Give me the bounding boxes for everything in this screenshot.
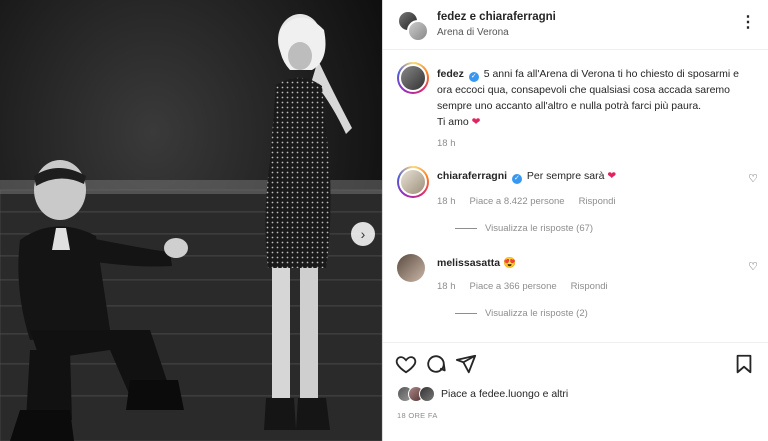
post-header: fedez e chiaraferragni Arena di Verona ⋮ (383, 0, 768, 50)
comment-time: 18 h (437, 196, 456, 207)
divider (455, 313, 477, 314)
comment-item: chiaraferragni ✓ Per sempre sarà ❤ (437, 170, 737, 184)
next-photo-button[interactable]: › (351, 222, 375, 246)
avatar (407, 20, 429, 42)
comment-meta: 18 h Piace a 8.422 persone Rispondi (437, 196, 616, 207)
view-replies[interactable]: Visualizza le risposte (2) (455, 308, 588, 319)
comment-avatar[interactable] (397, 166, 429, 198)
bookmark-icon[interactable] (733, 353, 755, 375)
comment-likes[interactable]: Piace a 8.422 persone (470, 196, 565, 207)
post-date: 18 ORE FA (397, 411, 438, 420)
chevron-right-icon: › (360, 226, 366, 242)
likes-text[interactable]: Piace a fedee.luongo e altri (441, 388, 568, 400)
heart-emoji-icon: ❤ (471, 116, 481, 128)
verified-badge-icon: ✓ (468, 72, 479, 82)
caption-text: 5 anni fa all'Arena di Verona ti ho chie… (437, 68, 740, 112)
post-sidebar: fedez e chiaraferragni Arena di Verona ⋮… (382, 0, 768, 441)
view-replies-label[interactable]: Visualizza le risposte (2) (485, 308, 588, 319)
instagram-post: › fedez e chiaraferragni Arena di Verona… (0, 0, 768, 441)
likes-summary[interactable]: Piace a fedee.luongo e altri (397, 386, 568, 402)
caption-closing: Ti amo (437, 116, 469, 128)
comment-icon[interactable] (425, 353, 447, 375)
post-actions-bar (383, 342, 768, 382)
comment-item: melissasatta 😍 (437, 256, 737, 269)
photo-illustration (0, 0, 382, 441)
liker-avatars (397, 386, 435, 402)
heart-emoji-icon: ❤ (607, 170, 617, 182)
post-authors[interactable]: fedez e chiaraferragni (437, 11, 556, 23)
comment-time: 18 h (437, 281, 456, 292)
more-horizontal-icon[interactable]: ⋮ (740, 12, 757, 32)
caption-username[interactable]: fedez (437, 68, 464, 80)
caption-time: 18 h (437, 138, 456, 149)
like-heart-icon[interactable] (395, 353, 417, 375)
like-comment-heart-icon[interactable]: ♡ (748, 172, 758, 185)
comment-likes[interactable]: Piace a 366 persone (470, 281, 557, 292)
collab-avatars[interactable] (397, 10, 429, 42)
post-location[interactable]: Arena di Verona (437, 27, 509, 38)
comment-text: Per sempre sarà (526, 170, 605, 182)
view-replies[interactable]: Visualizza le risposte (67) (455, 223, 593, 234)
comment-username[interactable]: melissasatta (437, 257, 500, 269)
reply-button[interactable]: Rispondi (579, 196, 616, 207)
heart-eyes-emoji-icon: 😍 (502, 257, 517, 269)
share-icon[interactable] (455, 353, 477, 375)
comment-avatar[interactable] (397, 254, 425, 282)
reply-button[interactable]: Rispondi (571, 281, 608, 292)
caption-avatar[interactable] (397, 62, 429, 94)
comment-meta: 18 h Piace a 366 persone Rispondi (437, 281, 608, 292)
post-caption: fedez ✓ 5 anni fa all'Arena di Verona ti… (437, 66, 755, 130)
avatar (419, 386, 435, 402)
view-replies-label[interactable]: Visualizza le risposte (67) (485, 223, 593, 234)
divider (455, 228, 477, 229)
comment-username[interactable]: chiaraferragni (437, 170, 507, 182)
post-photo[interactable]: › (0, 0, 382, 441)
like-comment-heart-icon[interactable]: ♡ (748, 260, 758, 273)
verified-badge-icon: ✓ (511, 174, 522, 184)
